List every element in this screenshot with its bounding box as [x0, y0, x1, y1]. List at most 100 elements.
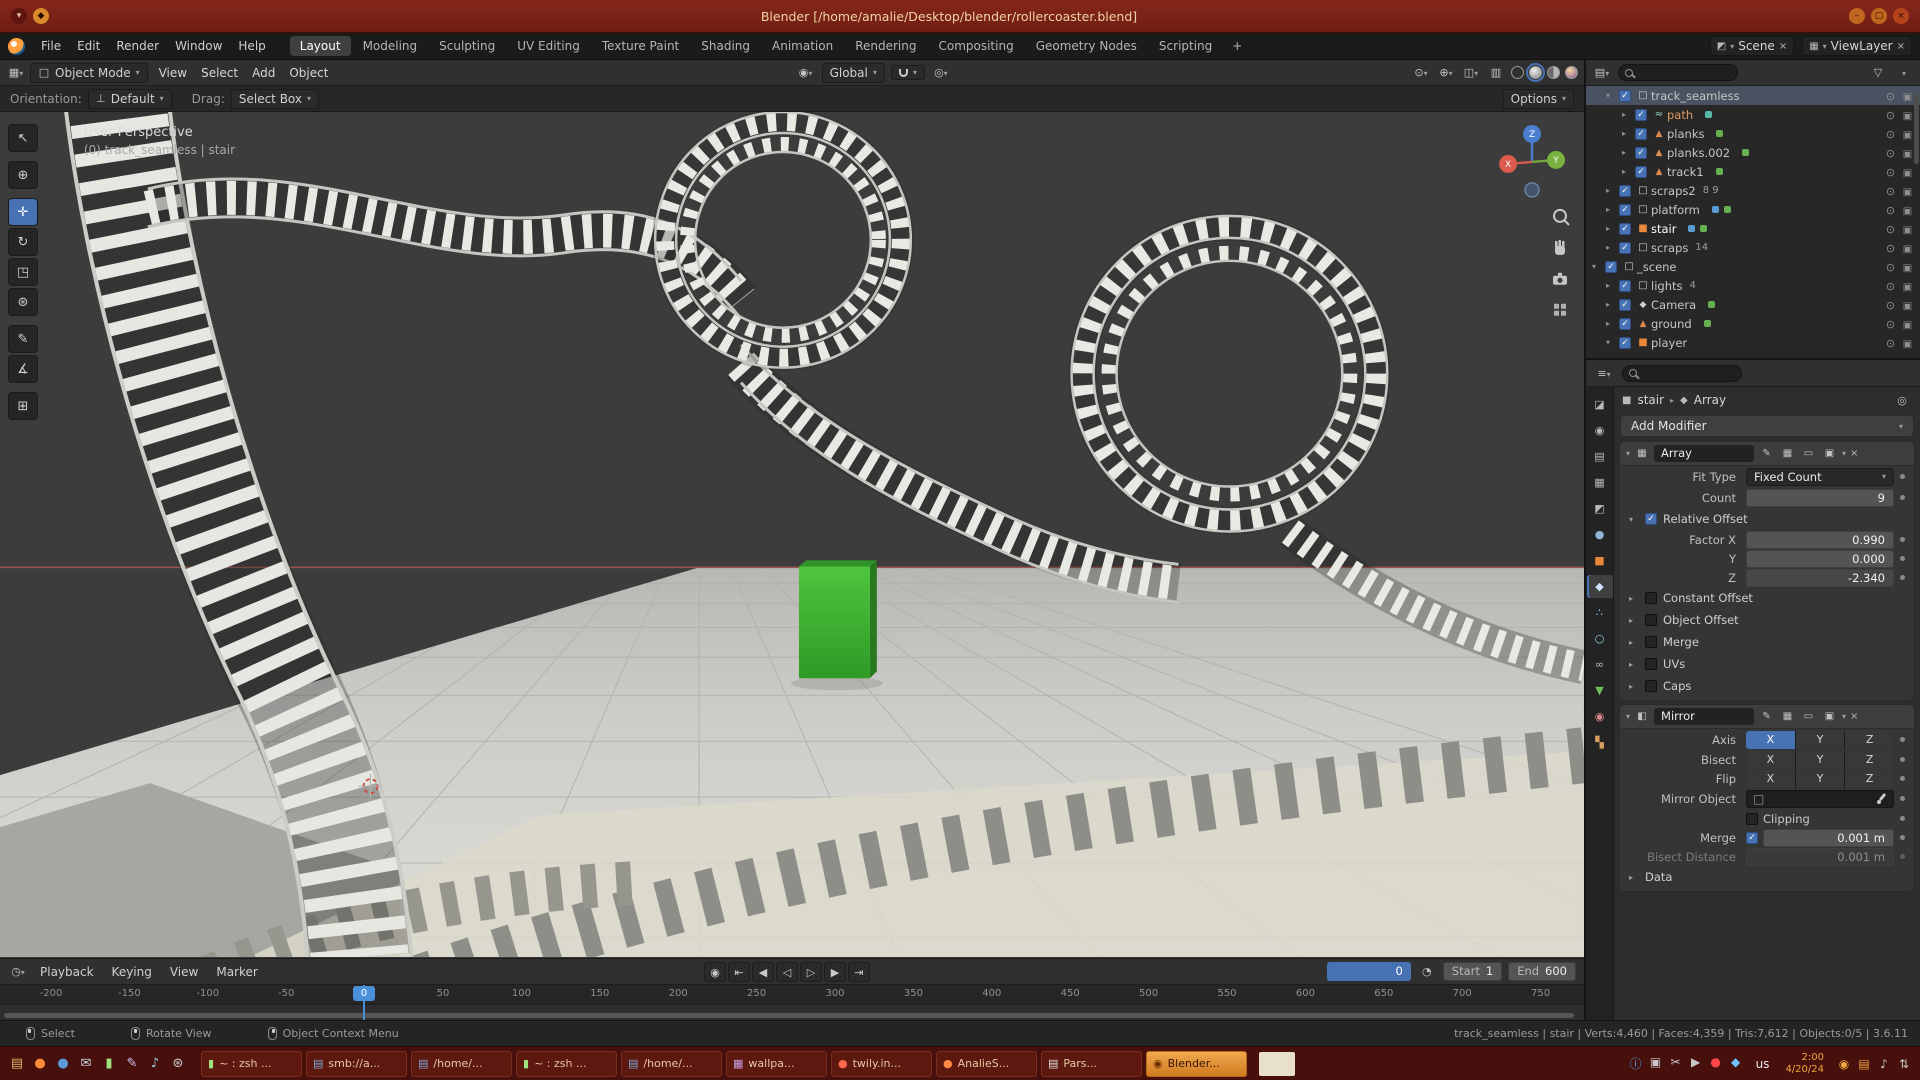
bisect-toggle-button[interactable]: Y — [1796, 751, 1845, 769]
render-toggle-icon[interactable]: ▣ — [1821, 448, 1838, 459]
render-camera-icon[interactable] — [1899, 165, 1916, 179]
timeline-ruler[interactable]: -200-150-100-500501001502002503003504004… — [0, 985, 1584, 1005]
editor-icon[interactable]: ✎ — [121, 1052, 143, 1076]
timeline-frame-label[interactable]: 450 — [1061, 988, 1080, 999]
axis-toggle-button[interactable]: Y — [1796, 731, 1845, 749]
shading-wireframe-icon[interactable] — [1511, 66, 1524, 79]
expand-arrow-icon[interactable]: ▸ — [1606, 243, 1619, 252]
timeline-frame-label[interactable]: 650 — [1374, 988, 1393, 999]
move-tool[interactable]: ✛ — [8, 198, 38, 226]
3d-viewport[interactable]: User Perspective (0) track_seamless | st… — [0, 112, 1584, 958]
texture-tab[interactable]: ▚ — [1587, 731, 1613, 754]
collection-checkbox[interactable] — [1635, 147, 1647, 159]
add-workspace-button[interactable]: + — [1222, 36, 1252, 56]
timeline-frame-label[interactable]: 400 — [982, 988, 1001, 999]
modifier-subsection[interactable]: ▸ Caps — [1620, 675, 1914, 697]
animate-dot[interactable] — [1894, 796, 1910, 801]
section-checkbox[interactable] — [1645, 592, 1657, 604]
taskbar-window-button[interactable]: ● AnalieS... — [936, 1051, 1037, 1077]
expand-arrow-icon[interactable]: ▸ — [1606, 319, 1619, 328]
taskbar-window-button[interactable]: ▤ /home/... — [621, 1051, 722, 1077]
factor-z-field[interactable]: -2.340 — [1746, 569, 1894, 587]
viewport-menu[interactable]: Add — [245, 66, 282, 80]
menubar-menu[interactable]: Help — [230, 39, 273, 53]
eye-icon[interactable] — [1882, 241, 1899, 255]
close-icon[interactable]: × — [1893, 8, 1909, 24]
breadcrumb-modifier[interactable]: Array — [1694, 393, 1726, 407]
render-camera-icon[interactable] — [1899, 222, 1916, 236]
modifier-name-field[interactable]: Array — [1654, 445, 1754, 462]
terminal-icon[interactable]: ▮ — [98, 1052, 120, 1076]
expand-arrow-icon[interactable]: ▸ — [1622, 129, 1635, 138]
timeline-menu[interactable]: Playback — [32, 965, 102, 979]
expand-arrow-icon[interactable]: ▸ — [1606, 300, 1619, 309]
timeline-frame-label[interactable]: -50 — [278, 988, 294, 999]
next-keyframe-button[interactable]: ▶ — [824, 962, 846, 982]
select-box-tool[interactable]: ↖ — [8, 124, 38, 152]
timeline-scrollbar[interactable] — [4, 1013, 1574, 1018]
flip-toggle-button[interactable]: Y — [1796, 770, 1845, 788]
section-checkbox[interactable] — [1645, 680, 1657, 692]
render-camera-icon[interactable] — [1899, 317, 1916, 331]
collection-checkbox[interactable] — [1619, 90, 1631, 102]
eye-icon[interactable] — [1882, 336, 1899, 350]
rotate-tool[interactable]: ↻ — [8, 228, 38, 256]
eye-icon[interactable] — [1882, 146, 1899, 160]
outliner-item-label[interactable]: stair — [1651, 222, 1676, 236]
eye-icon[interactable] — [1882, 89, 1899, 103]
timeline-frame-label[interactable]: 250 — [747, 988, 766, 999]
unlink-scene-icon[interactable]: × — [1779, 41, 1787, 52]
stopwatch-icon[interactable]: ◔ — [1417, 965, 1437, 978]
section-checkbox[interactable] — [1645, 636, 1657, 648]
outliner-row[interactable]: ▾ track_seamless — [1586, 86, 1920, 105]
output-tab[interactable]: ▤ — [1587, 445, 1613, 468]
expand-arrow-icon[interactable]: ▾ — [1606, 338, 1619, 347]
outliner-item-label[interactable]: planks.002 — [1667, 146, 1730, 160]
render-camera-icon[interactable] — [1899, 260, 1916, 274]
animate-dot[interactable] — [1894, 835, 1910, 840]
outliner-item-label[interactable]: scraps2 — [1651, 184, 1696, 198]
clipboard-tray-icon[interactable]: ▣ — [1646, 1055, 1666, 1072]
jump-to-start-button[interactable]: ⇤ — [728, 962, 750, 982]
render-camera-icon[interactable] — [1899, 241, 1916, 255]
collection-checkbox[interactable] — [1619, 280, 1631, 292]
collapse-arrow-icon[interactable]: ▾ — [1626, 712, 1630, 721]
prev-keyframe-button[interactable]: ◀ — [752, 962, 774, 982]
jump-to-end-button[interactable]: ⇥ — [848, 962, 870, 982]
eye-icon[interactable] — [1882, 317, 1899, 331]
timeline-menu[interactable]: Marker — [208, 965, 265, 979]
timeline-frame-label[interactable]: 50 — [437, 988, 450, 999]
cursor-tool[interactable]: ⊕ — [8, 161, 38, 189]
scene-selector[interactable]: ◩ ▾ Scene × — [1710, 36, 1794, 56]
render-camera-icon[interactable] — [1899, 203, 1916, 217]
workspace-tab[interactable]: Animation — [762, 36, 843, 56]
menubar-menu[interactable]: File — [33, 39, 69, 53]
viewlayer-tab[interactable]: ▦ — [1587, 471, 1613, 494]
workspace-tab[interactable]: Compositing — [928, 36, 1023, 56]
animate-dot[interactable] — [1894, 776, 1910, 781]
outliner-row[interactable]: ▸ scraps 14 — [1586, 238, 1920, 257]
blender-logo-icon[interactable] — [8, 38, 25, 55]
collection-checkbox[interactable] — [1635, 128, 1647, 140]
outliner-item-label[interactable]: player — [1651, 336, 1687, 350]
workspace-tab[interactable]: Sculpting — [429, 36, 505, 56]
outliner-row[interactable]: ▸ platform — [1586, 200, 1920, 219]
render-toggle-icon[interactable]: ▣ — [1821, 711, 1838, 722]
modifier-subsection[interactable]: ▸ Constant Offset — [1620, 587, 1914, 609]
outliner-item-label[interactable]: lights — [1651, 279, 1682, 293]
files-icon[interactable]: ▤ — [6, 1052, 28, 1076]
axis-toggle-button[interactable]: Z — [1845, 731, 1894, 749]
viewport-menu[interactable]: Select — [194, 66, 245, 80]
taskbar-window-button[interactable]: ▤ smb://a... — [306, 1051, 407, 1077]
orientation-dropdown[interactable]: Global ▾ — [822, 63, 885, 83]
shading-rendered-icon[interactable] — [1565, 66, 1578, 79]
media-tray-icon[interactable]: ▶ — [1686, 1055, 1706, 1072]
editor-type-icon[interactable]: ▦▾ — [6, 66, 26, 79]
menubar-menu[interactable]: Edit — [69, 39, 108, 53]
extras-menu-icon[interactable]: ▾ — [1842, 712, 1846, 721]
collection-checkbox[interactable] — [1619, 242, 1631, 254]
timeline-editor-icon[interactable]: ◷▾ — [8, 965, 28, 978]
realtime-toggle-icon[interactable]: ▭ — [1800, 448, 1817, 459]
overlays-dropdown-icon[interactable]: ◫▾ — [1461, 66, 1481, 79]
collection-checkbox[interactable] — [1619, 204, 1631, 216]
